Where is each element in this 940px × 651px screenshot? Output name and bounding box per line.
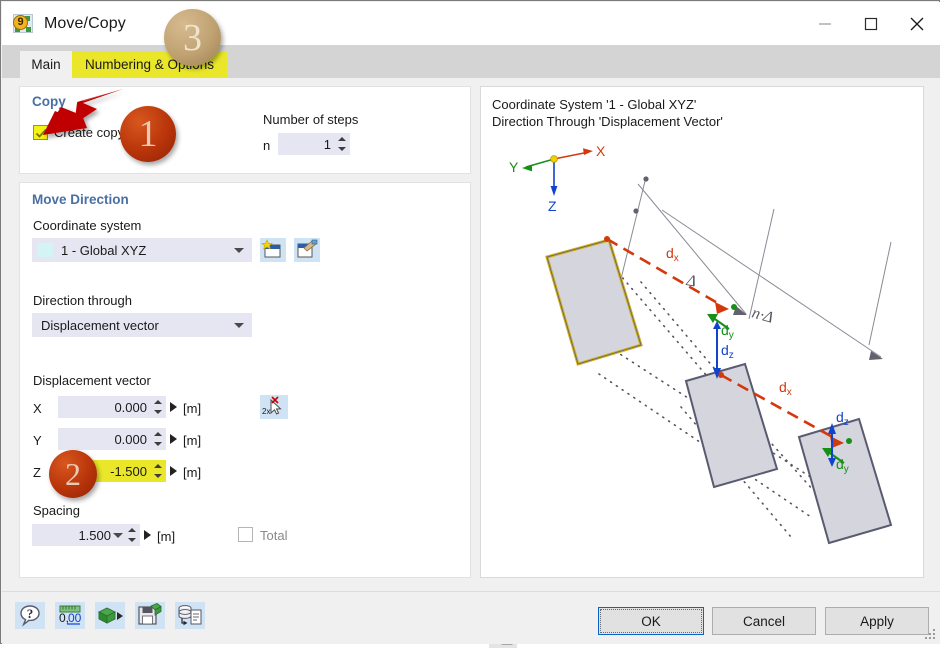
spacing-spinner[interactable]: [127, 526, 138, 544]
displacement-x-spinner[interactable]: [153, 398, 164, 416]
resize-grip[interactable]: [924, 628, 936, 640]
cancel-button-label: Cancel: [742, 613, 786, 629]
svg-text:00: 00: [68, 611, 82, 625]
dz-label-1: dz: [721, 342, 734, 361]
steps-n-label: n: [263, 138, 271, 153]
spacing-chevron-down-icon[interactable]: [113, 532, 123, 538]
dx-label-1: dx: [666, 245, 679, 264]
svg-text:Y: Y: [509, 159, 519, 175]
displacement-x-unit: [m]: [183, 401, 202, 416]
database-report-icon[interactable]: [175, 602, 205, 629]
rfem-app-icon: 9: [13, 13, 35, 35]
displacement-z-unit: [m]: [183, 465, 202, 480]
total-label: Total: [260, 528, 288, 543]
annotation-badge-2: 2: [49, 450, 97, 498]
copy-object-1: [684, 362, 779, 489]
steps-spinner[interactable]: [337, 135, 348, 153]
direction-through-select[interactable]: Displacement vector: [32, 313, 252, 337]
export-icon[interactable]: [95, 602, 125, 629]
coordinate-system-value: 1 - Global XYZ: [61, 242, 147, 258]
spacing-value: 1.500: [78, 527, 111, 543]
number-of-steps-input[interactable]: 1: [278, 133, 350, 155]
preview-panel: Coordinate System '1 - Global XYZ' Direc…: [480, 86, 924, 648]
move-direction-group: Move Direction Coordinate system 1 - Glo…: [19, 182, 471, 578]
svg-text:2x: 2x: [262, 407, 270, 416]
units-decimal-places-icon[interactable]: 0, 00: [55, 602, 85, 629]
displacement-x-input[interactable]: 0.000: [58, 396, 166, 418]
direction-through-label: Direction through: [33, 293, 132, 308]
original-object: [545, 238, 643, 366]
displacement-y-input[interactable]: 0.000: [58, 428, 166, 450]
displacement-vector-label: Displacement vector: [33, 373, 151, 388]
annotation-badge-1: 1: [120, 106, 176, 162]
move-copy-diagram: X Y Z Δ n·Δ dx dx dy dy dz dz: [509, 143, 893, 545]
edit-coordinate-system-icon[interactable]: [294, 238, 320, 262]
spacing-label: Spacing: [33, 503, 80, 518]
coordinate-system-select[interactable]: 1 - Global XYZ: [32, 238, 252, 262]
number-of-steps-label: Number of steps: [263, 112, 359, 127]
tab-main-label: Main: [31, 57, 61, 72]
svg-text:?: ?: [27, 606, 34, 621]
annotation-badge-3-label: 3: [183, 16, 202, 59]
displacement-x-more-icon[interactable]: [170, 402, 177, 412]
svg-text:Z: Z: [548, 198, 557, 214]
svg-text:X: X: [596, 143, 606, 159]
spacing-unit: [m]: [157, 529, 176, 544]
minimize-icon[interactable]: [802, 2, 848, 45]
move-copy-dialog: 9 Move/Copy Main Numbering & Options Cop…: [0, 0, 940, 648]
new-coordinate-system-icon[interactable]: [260, 238, 286, 262]
displacement-y-axis-label: Y: [33, 433, 42, 448]
displacement-z-axis-label: Z: [33, 465, 41, 480]
displacement-x-value: 0.000: [114, 399, 147, 415]
spacing-input[interactable]: 1.500: [32, 524, 140, 546]
total-checkbox[interactable]: [238, 527, 253, 542]
displacement-x-axis-label: X: [33, 401, 42, 416]
displacement-z-more-icon[interactable]: [170, 466, 177, 476]
annotation-badge-3: 3: [164, 9, 221, 66]
tab-strip: Main Numbering & Options: [2, 45, 940, 78]
window-controls: [802, 2, 940, 45]
pick-two-points-icon[interactable]: 2x: [260, 395, 288, 419]
annotation-badge-2-label: 2: [65, 455, 81, 492]
apply-button[interactable]: Apply: [825, 607, 929, 635]
apply-button-label: Apply: [860, 613, 894, 629]
dy-label-1: dy: [721, 322, 734, 341]
spacing-more-icon[interactable]: [144, 530, 151, 540]
chevron-down-icon: [234, 247, 244, 253]
copy-object-2: [797, 417, 893, 545]
ok-button-label: OK: [641, 613, 661, 629]
left-column: Copy Create copy Number of steps n 1 Mov…: [19, 86, 471, 578]
displacement-y-unit: [m]: [183, 433, 202, 448]
maximize-icon[interactable]: [848, 2, 894, 45]
dx-label-2: dx: [779, 379, 792, 398]
displacement-y-more-icon[interactable]: [170, 434, 177, 444]
annotation-badge-1-label: 1: [138, 113, 158, 155]
chevron-down-icon: [234, 322, 244, 328]
ok-button[interactable]: OK: [598, 607, 704, 635]
displacement-y-value: 0.000: [114, 431, 147, 447]
tab-main[interactable]: Main: [20, 51, 72, 78]
close-icon[interactable]: [894, 2, 940, 45]
help-icon[interactable]: ?: [15, 602, 45, 629]
coordinate-system-label: Coordinate system: [33, 218, 142, 233]
displacement-z-spinner[interactable]: [153, 462, 164, 480]
save-icon[interactable]: [135, 602, 165, 629]
dimension-n-delta-label: n·Δ: [750, 305, 775, 327]
move-direction-title: Move Direction: [32, 192, 129, 207]
axis-triad-icon: X Y Z: [509, 143, 606, 214]
title-bar: 9 Move/Copy: [2, 2, 940, 45]
displacement-y-spinner[interactable]: [153, 430, 164, 448]
window-title: Move/Copy: [44, 14, 126, 32]
direction-through-value: Displacement vector: [41, 317, 159, 333]
cancel-button[interactable]: Cancel: [712, 607, 816, 635]
coordinate-system-color-swatch: [37, 243, 53, 257]
number-of-steps-value: 1: [323, 136, 331, 152]
